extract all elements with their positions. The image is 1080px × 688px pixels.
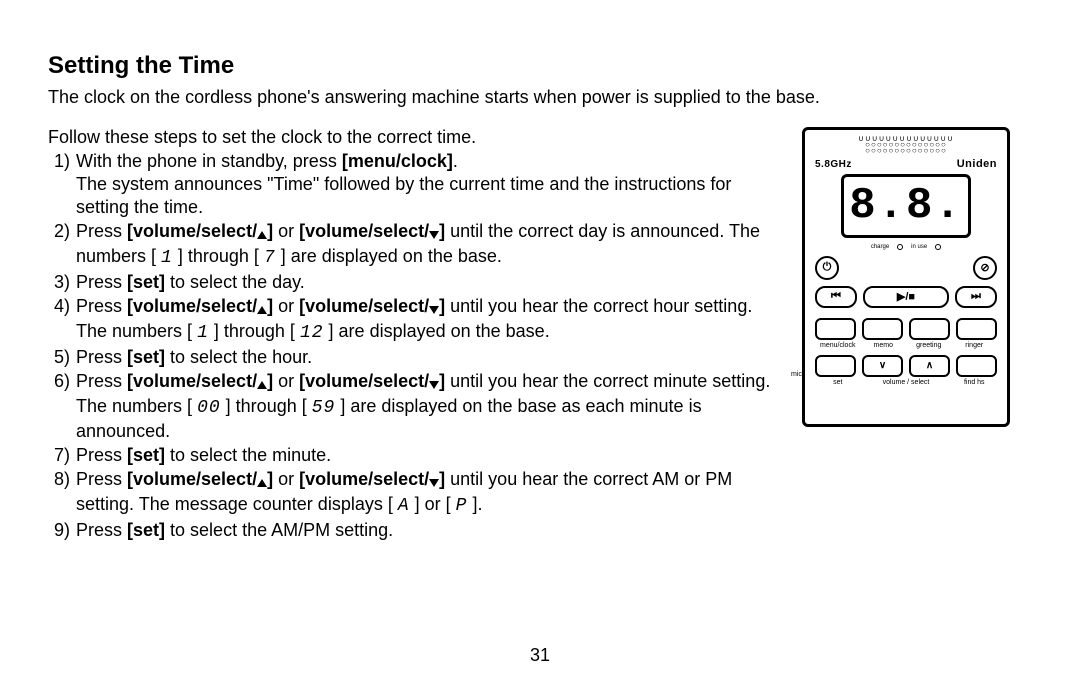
seg-digit: 1 [197, 323, 209, 343]
arrow-down-icon [429, 381, 439, 389]
menu-clock-button-icon [815, 318, 856, 340]
set-button-icon [815, 355, 856, 377]
prev-button-icon: ⏮ [815, 286, 857, 308]
button-label: set [815, 379, 861, 386]
step-number: 8) [48, 468, 76, 491]
arrow-down-icon [429, 231, 439, 239]
memo-button-icon [862, 318, 903, 340]
step-3: 3) Press [set] to select the day. [48, 271, 784, 294]
step-number: 5) [48, 346, 76, 369]
arrow-up-icon [257, 381, 267, 389]
intro-text: The clock on the cordless phone's answer… [48, 86, 1032, 109]
speaker-grill-icon: ∪∪∪∪∪∪∪∪∪∪∪∪∪∪ ○○○○○○○○○○○○○○ ○○○○○○○○○○… [815, 136, 997, 154]
step-1: 1) With the phone in standby, press [men… [48, 150, 784, 219]
arrow-up-icon [257, 306, 267, 314]
steps-list: 1) With the phone in standby, press [men… [48, 150, 784, 543]
step-number: 3) [48, 271, 76, 294]
vol-down-button-icon: ∨ [862, 355, 903, 377]
step-5: 5) Press [set] to select the hour. [48, 346, 784, 369]
page-number: 31 [0, 645, 1080, 666]
vol-up-button-icon: ∧ [909, 355, 950, 377]
cancel-button-icon: ⊘ [973, 256, 997, 280]
step-2: 2) Press [volume/select/] or [volume/sel… [48, 220, 784, 270]
step-8: 8) Press [volume/select/] or [volume/sel… [48, 468, 784, 518]
play-stop-button-icon: ▶/■ [863, 286, 949, 308]
step-7: 7) Press [set] to select the minute. [48, 444, 784, 467]
button-label: menu/clock [815, 342, 861, 349]
led-icon [935, 244, 941, 250]
led-row: charge in use [815, 244, 997, 250]
seg-digit: 12 [300, 323, 324, 343]
seg-digit: 7 [264, 248, 276, 268]
step-number: 7) [48, 444, 76, 467]
step-9: 9) Press [set] to select the AM/PM setti… [48, 519, 784, 542]
arrow-down-icon [429, 306, 439, 314]
seg-digit: 59 [312, 398, 336, 418]
power-button-icon: ⏻ [815, 256, 839, 280]
step-text: With the phone in standby, press [76, 151, 342, 171]
seg-digit: 1 [161, 248, 173, 268]
section-heading: Setting the Time [48, 52, 1032, 80]
step-number: 9) [48, 519, 76, 542]
ringer-button-icon [956, 318, 997, 340]
key-label: [menu/clock] [342, 151, 453, 171]
button-label: volume / select [861, 379, 952, 386]
lead-text: Follow these steps to set the clock to t… [48, 127, 784, 148]
find-hs-button-icon [956, 355, 997, 377]
arrow-down-icon [429, 479, 439, 487]
seg-letter: A [398, 496, 410, 516]
arrow-up-icon [257, 479, 267, 487]
next-button-icon: ⏭ [955, 286, 997, 308]
arrow-up-icon [257, 231, 267, 239]
led-icon [897, 244, 903, 250]
mic-label: mic [791, 371, 802, 378]
step-number: 2) [48, 220, 76, 243]
lcd-display: 8.8. [841, 174, 971, 238]
step-number: 6) [48, 370, 76, 393]
brand-label: Uniden [957, 158, 997, 170]
button-label: memo [861, 342, 907, 349]
button-label: ringer [952, 342, 998, 349]
seg-letter: P [456, 496, 468, 516]
step-number: 4) [48, 295, 76, 318]
greeting-button-icon [909, 318, 950, 340]
step-4: 4) Press [volume/select/] or [volume/sel… [48, 295, 784, 345]
step-text: The system announces "Time" followed by … [76, 174, 731, 217]
device-illustration: ∪∪∪∪∪∪∪∪∪∪∪∪∪∪ ○○○○○○○○○○○○○○ ○○○○○○○○○○… [802, 127, 1010, 427]
button-label: find hs [952, 379, 998, 386]
button-label: greeting [906, 342, 952, 349]
freq-label: 5.8GHz [815, 159, 852, 170]
seg-digit: 00 [197, 398, 221, 418]
step-number: 1) [48, 150, 76, 173]
step-6: 6) Press [volume/select/] or [volume/sel… [48, 370, 784, 443]
